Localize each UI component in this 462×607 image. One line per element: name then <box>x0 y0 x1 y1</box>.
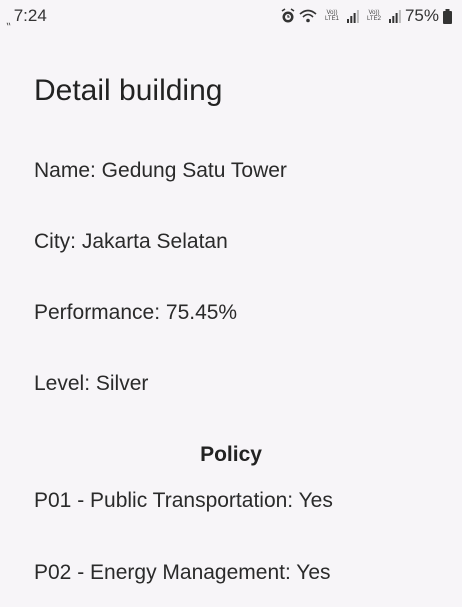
building-name: Name: Gedung Satu Tower <box>34 159 287 182</box>
building-performance: Performance: 75.45% <box>34 301 238 324</box>
building-city: City: Jakarta Selatan <box>34 230 228 253</box>
network-1-label: Vo)) LTE1 <box>325 10 339 22</box>
network-2-label: Vo)) LTE2 <box>367 10 381 22</box>
alarm-icon <box>281 8 295 23</box>
building-level: Level: Silver <box>34 372 149 395</box>
policy-item-p01: P01 - Public Transportation: Yes <box>34 489 333 512</box>
notification-dot-icon: ⹂ <box>6 15 11 27</box>
battery-icon <box>443 8 452 24</box>
policy-item-p02: P02 - Energy Management: Yes <box>34 561 331 584</box>
signal-1-icon <box>346 10 359 23</box>
status-bar: ⹂ 7:24 Vo)) LTE1 Vo)) LTE2 75% <box>0 0 462 32</box>
battery-percent: 75% <box>404 6 439 25</box>
status-right: Vo)) LTE1 Vo)) LTE2 75% <box>281 6 452 26</box>
policy-heading: Policy <box>200 443 262 466</box>
wifi-icon <box>299 9 317 22</box>
signal-2-icon <box>388 10 401 23</box>
status-left: ⹂ 7:24 <box>6 6 47 27</box>
clock-time: 7:24 <box>13 6 47 25</box>
page-title: Detail building <box>34 74 223 107</box>
